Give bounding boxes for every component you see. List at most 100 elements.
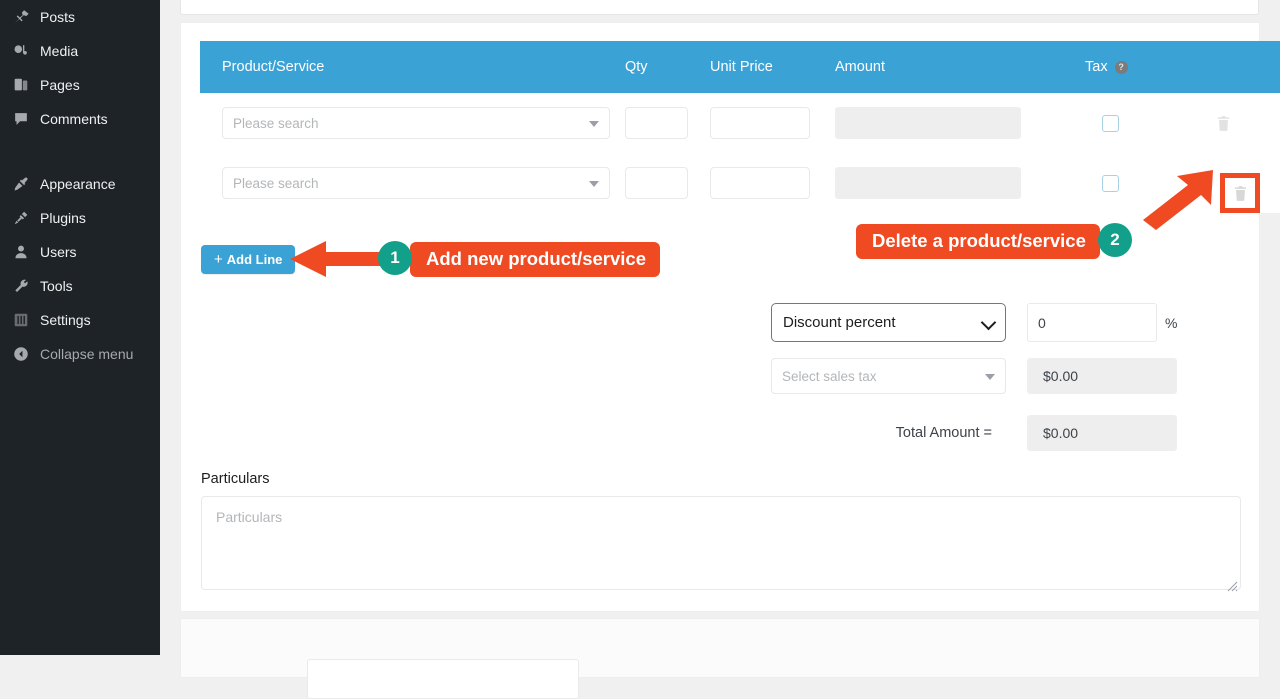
chevron-down-icon [589,181,599,187]
product-search-select[interactable]: Please search [222,167,610,199]
column-header-tax-label: Tax [1085,59,1108,75]
qty-input[interactable] [625,167,688,199]
add-line-button[interactable]: + Add Line [201,245,296,274]
sidebar-item-label: Comments [40,111,108,127]
table-row: Please search [200,93,1280,153]
sidebar-item-label: Media [40,43,79,59]
particulars-textarea-wrap [201,496,1241,595]
row-amount-cell [835,107,1085,139]
row-product-cell: Please search [200,107,625,139]
totals-section: Discount percent % Select sales tax $0.0… [771,303,1191,467]
sales-tax-placeholder: Select sales tax [782,368,877,384]
brush-icon [11,174,31,194]
particulars-label: Particulars [201,471,270,487]
wrench-icon [11,276,31,296]
row-tax-cell [1085,114,1195,132]
sidebar-item-comments[interactable]: Comments [0,102,160,136]
plus-icon: + [214,251,223,268]
sidebar-item-collapse-menu[interactable]: Collapse menu [0,337,160,371]
chevron-down-icon [589,121,599,127]
sidebar-item-label: Posts [40,9,76,25]
row-product-cell: Please search [200,167,625,199]
sales-tax-amount-field: $0.00 [1027,358,1177,394]
delete-row-button[interactable] [1213,112,1233,134]
table-header-row: Product/Service Qty Unit Price Amount Ta… [200,41,1280,93]
main-content-area: Product/Service Qty Unit Price Amount Ta… [160,0,1280,699]
sidebar-item-label: Appearance [40,176,116,192]
sidebar-separator [0,136,160,167]
sidebar-item-media[interactable]: Media [0,34,160,68]
add-line-label: Add Line [226,252,283,267]
sidebar-item-label: Collapse menu [40,346,134,362]
sidebar-item-label: Pages [40,77,80,93]
percent-sign: % [1165,314,1178,331]
sidebar-item-posts[interactable]: Posts [0,0,160,34]
column-header-qty: Qty [625,59,648,75]
annotation-label-1: Add new product/service [410,242,660,278]
annotation-arrow-2 [1143,170,1213,230]
invoice-line-items-table: Product/Service Qty Unit Price Amount Ta… [200,41,1280,213]
row-amount-cell [835,167,1085,199]
sliders-icon [11,310,31,330]
pages-icon [11,75,31,95]
chevron-down-icon [985,374,995,380]
unit-price-input[interactable] [710,107,810,139]
sidebar-item-label: Settings [40,312,91,328]
row-unit-price-cell [710,107,835,139]
help-icon[interactable]: ? [1114,60,1128,74]
sidebar-item-label: Plugins [40,210,86,226]
qty-input[interactable] [625,107,688,139]
next-card-edge [180,618,1260,699]
invoice-items-card: Product/Service Qty Unit Price Amount Ta… [180,22,1280,612]
product-search-placeholder: Please search [233,175,319,191]
column-header-tax: Tax ? [1085,59,1195,75]
row-unit-price-cell [710,167,835,199]
unit-price-input[interactable] [710,167,810,199]
particulars-section: Particulars [201,471,1241,595]
sidebar-item-plugins[interactable]: Plugins [0,201,160,235]
comment-icon [11,109,31,129]
total-amount-label: Total Amount = [895,425,992,441]
column-header-amount: Amount [835,59,885,75]
sales-tax-row: Select sales tax $0.00 [771,358,1191,394]
annotation-number-2: 2 [1098,223,1132,257]
row-qty-cell [625,167,710,199]
sales-tax-select[interactable]: Select sales tax [771,358,1006,394]
table-row: Please search [200,153,1280,213]
discount-type-select[interactable]: Discount percent [771,303,1006,342]
collapse-icon [11,344,31,364]
sidebar-item-tools[interactable]: Tools [0,269,160,303]
sidebar-item-users[interactable]: Users [0,235,160,269]
tax-checkbox[interactable] [1102,114,1119,132]
column-header-unit-price: Unit Price [710,59,773,75]
annotation-label-2: Delete a product/service [856,224,1100,260]
row-delete-cell [1195,112,1280,134]
trash-icon [1234,185,1246,201]
discount-value-input[interactable] [1027,303,1157,342]
total-amount-row: Total Amount = $0.00 [771,415,1191,451]
sidebar-item-pages[interactable]: Pages [0,68,160,102]
media-icon [11,41,31,61]
previous-card-edge [180,0,1259,15]
tax-checkbox[interactable] [1102,174,1119,192]
sidebar-item-label: Users [40,244,77,260]
plug-icon [11,208,31,228]
product-search-placeholder: Please search [233,115,319,131]
column-header-product: Product/Service [222,59,325,75]
sidebar-item-label: Tools [40,278,73,294]
delete-row-button-highlighted[interactable] [1220,173,1260,213]
sidebar-item-appearance[interactable]: Appearance [0,167,160,201]
sidebar-item-settings[interactable]: Settings [0,303,160,337]
row-qty-cell [625,107,710,139]
user-icon [11,242,31,262]
particulars-textarea[interactable] [201,496,1241,590]
pin-icon [11,7,31,27]
product-search-select[interactable]: Please search [222,107,610,139]
discount-row: Discount percent % [771,303,1191,342]
discount-type-select-wrap: Discount percent [771,303,1006,342]
annotation-number-1: 1 [378,241,412,275]
amount-readonly-field [835,107,1021,139]
next-card-field [307,659,579,699]
wp-admin-sidebar: Posts Media Pages Comments Appearance Pl… [0,0,160,655]
amount-readonly-field [835,167,1021,199]
